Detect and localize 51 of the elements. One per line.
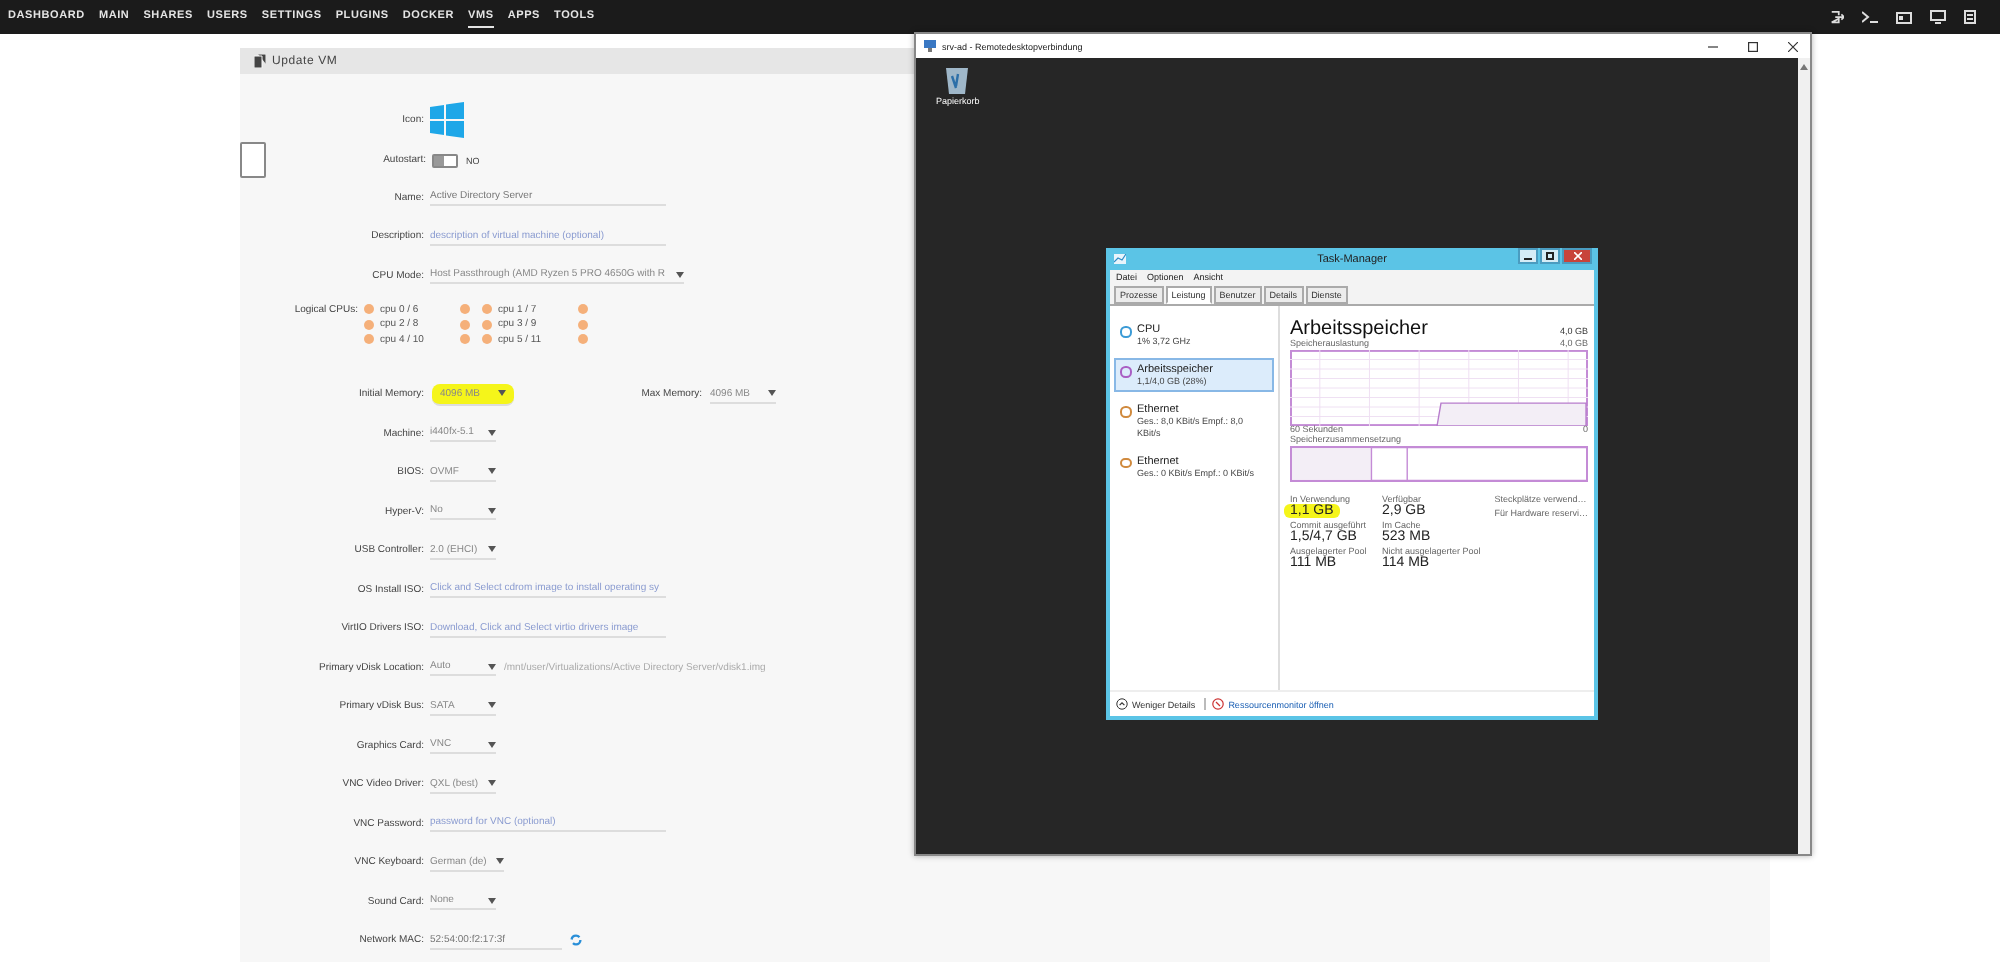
cpu-checkbox[interactable] xyxy=(460,304,470,314)
cpu-checkbox[interactable] xyxy=(364,304,374,314)
cpu-checkbox[interactable] xyxy=(364,319,374,329)
windows-logo-icon[interactable] xyxy=(430,102,464,138)
caret-icon xyxy=(496,858,505,865)
trash-bin-icon[interactable] xyxy=(946,66,969,94)
caret-icon xyxy=(488,546,496,553)
toggle-switch[interactable] xyxy=(432,153,458,167)
caret-icon xyxy=(488,429,496,436)
logout-icon[interactable] xyxy=(1830,10,1844,24)
chevron-up-icon[interactable] xyxy=(1116,698,1128,710)
cpu-checkbox[interactable] xyxy=(482,319,492,329)
cpu-checkbox[interactable] xyxy=(578,319,588,329)
cpu-checkbox[interactable] xyxy=(482,334,492,344)
page-icon xyxy=(254,54,266,68)
scroll-up-icon[interactable] xyxy=(1800,64,1808,70)
caret-icon xyxy=(768,390,776,397)
close-icon xyxy=(1573,252,1581,260)
maximize-icon xyxy=(1546,252,1554,260)
cpu-checkbox[interactable] xyxy=(578,304,588,314)
task-manager-icon xyxy=(1114,254,1126,264)
caret-icon xyxy=(488,663,496,670)
remote-desktop-icon xyxy=(924,40,936,52)
caret-icon xyxy=(488,897,496,904)
document-icon[interactable] xyxy=(1964,10,1976,24)
close-button[interactable] xyxy=(1562,248,1592,264)
caret-icon xyxy=(488,780,496,787)
caret-icon xyxy=(498,390,506,397)
minimize-icon[interactable] xyxy=(1708,41,1718,51)
caret-icon xyxy=(488,741,496,748)
minimize-icon xyxy=(1524,252,1532,260)
cpu-checkbox[interactable] xyxy=(460,334,470,344)
close-icon[interactable] xyxy=(1788,41,1798,51)
maximize-icon[interactable] xyxy=(1748,41,1758,51)
cpu-checkbox[interactable] xyxy=(578,334,588,344)
minimize-button[interactable] xyxy=(1518,248,1538,264)
pane-heading: Arbeitsspeicher xyxy=(1290,318,1428,340)
refresh-icon[interactable] xyxy=(570,934,582,947)
caret-icon xyxy=(488,468,496,475)
monitor-icon[interactable] xyxy=(1930,10,1946,24)
cpu-checkbox[interactable] xyxy=(364,334,374,344)
monitor-gauge-icon xyxy=(1212,698,1225,710)
maximize-button[interactable] xyxy=(1540,248,1560,264)
cpu-checkbox[interactable] xyxy=(482,304,492,314)
terminal-icon[interactable] xyxy=(1862,10,1878,24)
caret-icon xyxy=(675,271,684,278)
caret-icon xyxy=(488,507,496,514)
caret-icon xyxy=(488,702,496,709)
cpu-checkbox[interactable] xyxy=(460,319,470,329)
id-card-icon[interactable] xyxy=(1896,11,1912,23)
scrollbar[interactable] xyxy=(1798,58,1810,854)
